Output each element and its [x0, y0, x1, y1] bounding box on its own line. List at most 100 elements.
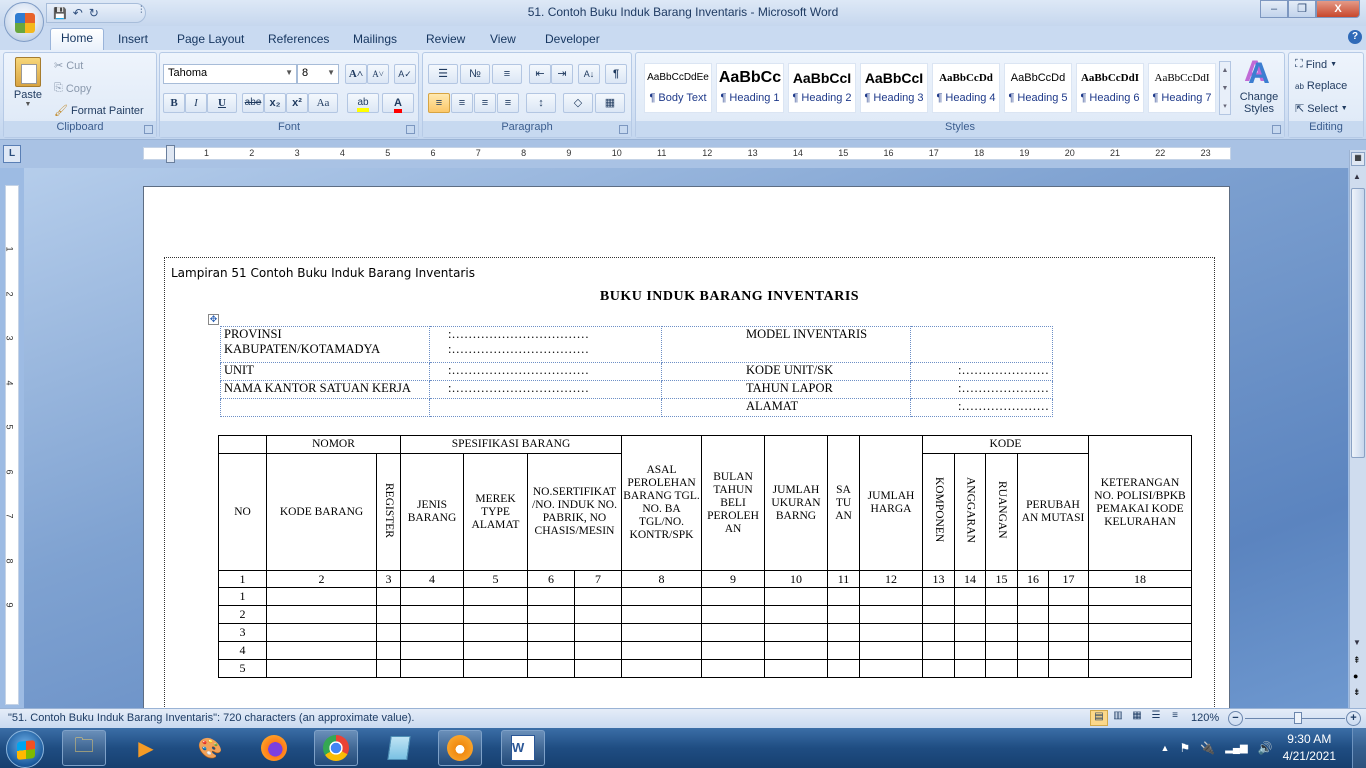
table-cell[interactable]: [1088, 623, 1192, 642]
table-cell[interactable]: [701, 623, 765, 642]
table-cell[interactable]: [463, 587, 528, 606]
table-cell[interactable]: [400, 587, 464, 606]
row-number-cell[interactable]: 5: [218, 659, 267, 678]
previous-page-icon[interactable]: ⇞: [1353, 655, 1361, 666]
table-cell[interactable]: [1088, 587, 1192, 606]
italic-button[interactable]: I: [185, 93, 207, 113]
tab-view[interactable]: View: [480, 30, 526, 48]
vertical-ruler[interactable]: 1 2 3 4 5 6 7 8 9: [5, 185, 19, 705]
style-heading-4[interactable]: AaBbCcDd ¶ Heading 4: [932, 63, 1000, 113]
align-right-button[interactable]: ≡: [474, 93, 496, 113]
table-cell[interactable]: [954, 587, 986, 606]
sort-button[interactable]: A↓: [578, 64, 600, 84]
clock[interactable]: 9:30 AM 4/21/2021: [1283, 731, 1336, 765]
table-cell[interactable]: [574, 605, 622, 624]
taskbar-paint[interactable]: 🎨: [188, 730, 232, 766]
table-cell[interactable]: [1048, 587, 1089, 606]
style-heading-5[interactable]: AaBbCcDd ¶ Heading 5: [1004, 63, 1072, 113]
tab-selector[interactable]: L: [3, 145, 21, 163]
table-cell[interactable]: [954, 623, 986, 642]
table-cell[interactable]: [527, 641, 575, 660]
info-value[interactable]: :……………………………: [429, 380, 662, 399]
table-cell[interactable]: [574, 641, 622, 660]
format-painter-button[interactable]: 🖌 Format Painter: [54, 104, 144, 118]
table-cell[interactable]: [985, 587, 1018, 606]
table-cell[interactable]: [985, 605, 1018, 624]
styles-dialog-launcher[interactable]: [1272, 125, 1281, 134]
table-cell[interactable]: [463, 641, 528, 660]
row-number-cell[interactable]: 1: [218, 587, 267, 606]
print-layout-view-icon[interactable]: ▤: [1090, 710, 1108, 726]
table-cell[interactable]: [827, 587, 860, 606]
align-left-button[interactable]: ≡: [428, 93, 450, 113]
table-cell[interactable]: [1048, 659, 1089, 678]
table-cell[interactable]: [574, 623, 622, 642]
tab-page-layout[interactable]: Page Layout: [167, 30, 254, 48]
table-cell[interactable]: [764, 605, 828, 624]
table-cell[interactable]: [400, 641, 464, 660]
text-box[interactable]: Lampiran 51 Contoh Buku Induk Barang Inv…: [164, 257, 1215, 715]
table-cell[interactable]: [1048, 641, 1089, 660]
taskbar-explorer[interactable]: 🗀: [62, 730, 106, 766]
info-value[interactable]: :……………………………: [429, 362, 662, 381]
network-signal-icon[interactable]: ▂▄▆: [1225, 743, 1247, 754]
table-cell[interactable]: [1017, 623, 1049, 642]
taskbar-gom-player[interactable]: [438, 730, 482, 766]
clipboard-dialog-launcher[interactable]: [144, 125, 153, 134]
tab-home[interactable]: Home: [50, 28, 105, 50]
help-icon[interactable]: ?: [1348, 30, 1362, 44]
change-case-button[interactable]: Aa: [308, 93, 338, 113]
table-cell[interactable]: [463, 623, 528, 642]
minimize-button[interactable]: –: [1260, 0, 1288, 18]
tab-developer[interactable]: Developer: [535, 30, 610, 48]
find-button[interactable]: ⛶ Find ▼: [1295, 58, 1337, 71]
info-value[interactable]: :…………………: [910, 398, 1053, 417]
replace-button[interactable]: ab Replace: [1295, 80, 1347, 92]
table-cell[interactable]: [527, 659, 575, 678]
tab-insert[interactable]: Insert: [108, 30, 158, 48]
show-formatting-button[interactable]: ¶: [605, 64, 627, 84]
restore-button[interactable]: ❐: [1288, 0, 1316, 18]
zoom-out-icon[interactable]: −: [1228, 711, 1243, 726]
table-cell[interactable]: [400, 623, 464, 642]
table-cell[interactable]: [376, 605, 401, 624]
font-name-combo[interactable]: Tahoma ▼: [163, 64, 297, 84]
shading-button[interactable]: ◇: [563, 93, 593, 113]
justify-button[interactable]: ≡: [497, 93, 519, 113]
zoom-in-icon[interactable]: +: [1346, 711, 1361, 726]
table-cell[interactable]: [859, 605, 923, 624]
info-value[interactable]: [429, 398, 662, 417]
style-body-text[interactable]: AaBbCcDdEe ¶ Body Text: [644, 63, 712, 113]
table-cell[interactable]: [463, 605, 528, 624]
row-number-cell[interactable]: 4: [218, 641, 267, 660]
info-value[interactable]: :…………………: [910, 362, 1053, 381]
info-value[interactable]: :……………………………:……………………………: [429, 326, 662, 363]
table-cell[interactable]: [1088, 605, 1192, 624]
power-icon[interactable]: 🔌: [1200, 741, 1215, 755]
tab-references[interactable]: References: [258, 30, 339, 48]
zoom-slider-thumb[interactable]: [1293, 712, 1302, 724]
font-color-button[interactable]: A: [382, 93, 414, 113]
style-heading-3[interactable]: AaBbCcI ¶ Heading 3: [860, 63, 928, 113]
row-number-cell[interactable]: 3: [218, 623, 267, 642]
table-cell[interactable]: [266, 641, 377, 660]
table-cell[interactable]: [764, 587, 828, 606]
table-cell[interactable]: [985, 659, 1018, 678]
select-button[interactable]: ⇱ Select ▼: [1295, 102, 1348, 116]
view-ruler-icon[interactable]: ▦: [1351, 152, 1365, 166]
start-button[interactable]: [6, 730, 44, 768]
table-cell[interactable]: [1017, 659, 1049, 678]
align-center-button[interactable]: ≡: [451, 93, 473, 113]
show-desktop-button[interactable]: [1352, 728, 1366, 768]
highlight-button[interactable]: ab: [347, 93, 379, 113]
strikethrough-button[interactable]: abe: [242, 93, 264, 113]
style-heading-6[interactable]: AaBbCcDdI ¶ Heading 6: [1076, 63, 1144, 113]
table-cell[interactable]: [764, 641, 828, 660]
table-cell[interactable]: [764, 623, 828, 642]
zoom-level[interactable]: 120%: [1191, 712, 1219, 724]
draft-view-icon[interactable]: ≡: [1166, 710, 1184, 726]
font-dialog-launcher[interactable]: [406, 125, 415, 134]
numbering-button[interactable]: №: [460, 64, 490, 84]
vertical-scrollbar[interactable]: ▦ ▲ ▼ ⇞ ● ⇟: [1349, 150, 1366, 708]
table-cell[interactable]: [574, 587, 622, 606]
